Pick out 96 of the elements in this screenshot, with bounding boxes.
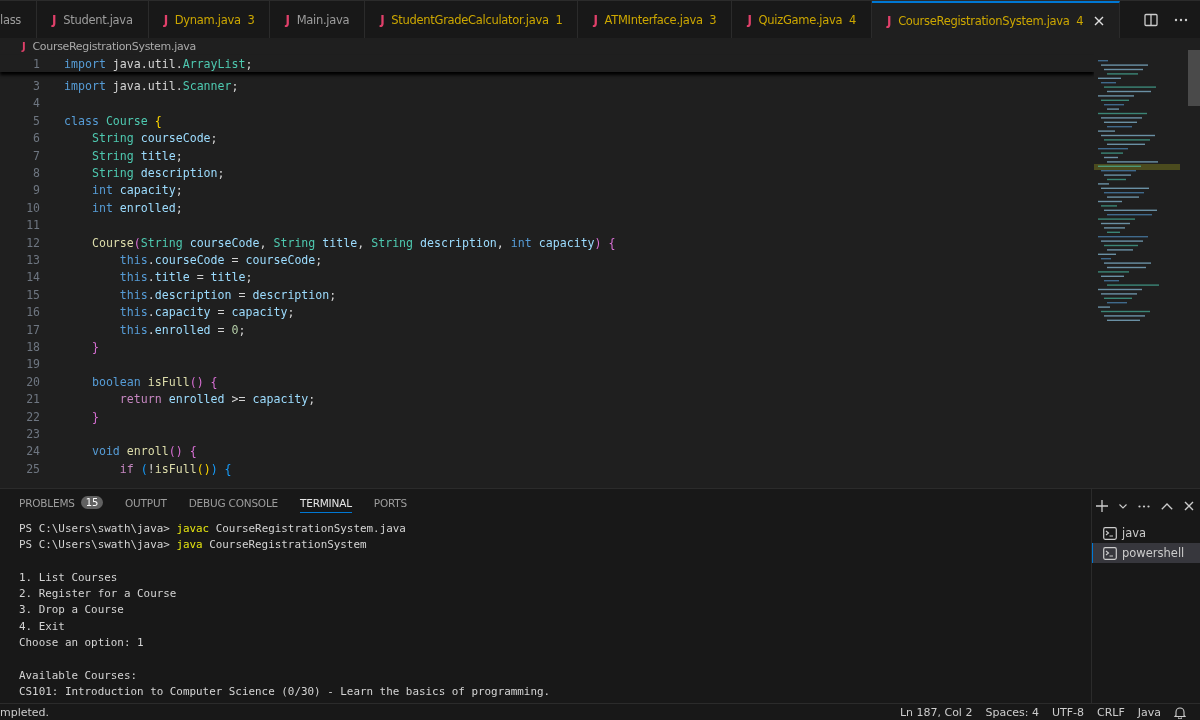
line-number: 21 <box>25 392 41 407</box>
more-icon[interactable] <box>1174 17 1188 22</box>
chevron-up-icon[interactable] <box>1161 502 1173 510</box>
java-file-icon: J <box>593 12 598 27</box>
count-badge: 15 <box>80 496 104 509</box>
panel-tab[interactable]: PROBLEMS 15 <box>19 493 104 513</box>
terminal-line: 4. Exit <box>19 619 65 633</box>
code-line: if (!isFull()) { <box>118 461 232 476</box>
line-number: 18 <box>25 339 41 354</box>
terminal-line: PS C:\Users\swath\java> javac CourseRegistrationSystem.java <box>19 522 406 535</box>
java-file-icon: J <box>52 12 57 27</box>
code-line: String description; <box>90 166 225 181</box>
line-number: 23 <box>25 426 41 441</box>
editor-tab[interactable]: J Dynam.java 3 <box>148 1 271 38</box>
editor-tab[interactable]: J Student.java <box>37 1 149 38</box>
line-number: 11 <box>25 218 41 233</box>
code-line: int capacity; <box>90 183 183 198</box>
code-line: void enroll() { <box>90 444 197 459</box>
line-number: 24 <box>25 444 41 459</box>
terminal-line: PS C:\Users\swath\java> java CourseRegistrationSystem <box>19 538 367 552</box>
line-number: 15 <box>25 287 41 302</box>
terminal-line: 2. Register for a Course <box>19 587 177 601</box>
line-number: 5 <box>32 113 41 128</box>
code-line: int enrolled; <box>90 200 183 215</box>
line-number: 20 <box>25 374 41 389</box>
code-line: String courseCode; <box>90 131 218 146</box>
status-item[interactable]: UTF-8 <box>1051 706 1084 719</box>
bell-icon[interactable] <box>1174 706 1186 719</box>
line-number: 12 <box>25 235 41 250</box>
scrollbar-thumb[interactable] <box>1188 50 1200 106</box>
java-file-icon: J <box>22 41 26 52</box>
code-line: import java.util.Scanner; <box>64 79 239 94</box>
code-line: boolean isFull() { <box>90 374 218 389</box>
split-editor-icon[interactable] <box>1144 12 1158 27</box>
java-file-icon: J <box>285 12 290 27</box>
line-number: 17 <box>25 322 41 337</box>
status-item[interactable]: Ln 187, Col 2 <box>899 706 973 719</box>
code-line: return enrolled >= capacity; <box>118 392 316 407</box>
line-number: 25 <box>25 461 41 476</box>
line-number: 10 <box>25 200 41 215</box>
new-terminal-icon[interactable] <box>1096 500 1108 512</box>
code-line: class Course { <box>64 113 162 128</box>
code-line: this.capacity = capacity; <box>118 305 295 320</box>
editor-tab[interactable]: J ATMInterface.java 3 <box>578 1 733 38</box>
code-line: import java.util.ArrayList; <box>64 56 253 71</box>
close-icon[interactable] <box>1184 501 1194 511</box>
status-item[interactable]: Spaces: 4 <box>985 706 1039 719</box>
line-number: 1 <box>32 56 41 71</box>
editor-tab[interactable]: J StudentGradeCalculator.java 1 <box>365 1 579 38</box>
status-message: mpleted. <box>0 706 50 719</box>
terminal-icon <box>1103 526 1117 540</box>
more-icon[interactable] <box>1138 504 1150 508</box>
panel-tab[interactable]: PORTS <box>373 493 408 513</box>
line-number: 22 <box>25 409 41 424</box>
line-number: 9 <box>32 183 41 198</box>
java-file-icon: J <box>380 12 385 27</box>
editor-tab[interactable]: lass <box>0 1 38 38</box>
code-line: } <box>90 339 99 354</box>
status-item[interactable]: Java <box>1137 706 1161 719</box>
terminal-line: Choose an option: 1 <box>19 636 144 650</box>
java-file-icon: J <box>886 13 892 28</box>
terminal-line: 3. Drop a Course <box>19 603 124 617</box>
editor-tab[interactable]: J Main.java <box>270 1 366 38</box>
editor-tab[interactable]: J QuizGame.java 4 <box>732 1 872 38</box>
terminal-line: 1. List Courses <box>19 570 118 584</box>
line-number: 4 <box>32 96 41 111</box>
line-number: 13 <box>25 253 41 267</box>
code-line: this.description = description; <box>118 287 337 302</box>
line-number: 7 <box>32 148 41 163</box>
panel-tab[interactable]: DEBUG CONSOLE <box>188 493 278 513</box>
line-number: 19 <box>25 357 41 372</box>
terminal-line: CS101: Introduction to Computer Science (0/30) - Learn the basics of programming. <box>19 684 551 698</box>
terminal-list-item[interactable]: powershell <box>1092 543 1200 563</box>
line-number: 16 <box>25 305 41 320</box>
editor-tab[interactable]: J CourseRegistrationSystem.java 4 <box>871 1 1121 38</box>
panel-tab[interactable]: OUTPUT <box>125 493 167 513</box>
terminal-line: Available Courses: <box>19 668 138 682</box>
panel-tab[interactable]: TERMINAL <box>300 493 352 513</box>
line-number: 14 <box>25 270 41 285</box>
line-number: 3 <box>32 79 41 94</box>
code-line: this.enrolled = 0; <box>118 322 246 337</box>
terminal-list-item[interactable]: java <box>1092 523 1200 543</box>
code-line: } <box>90 409 99 424</box>
code-line: this.courseCode = courseCode; <box>118 253 323 267</box>
java-file-icon: J <box>747 12 752 27</box>
status-item[interactable]: CRLF <box>1096 706 1125 719</box>
code-line: String title; <box>90 148 183 163</box>
java-file-icon: J <box>163 12 168 27</box>
line-number: 8 <box>32 166 41 181</box>
code-line: this.title = title; <box>118 270 253 285</box>
terminal-icon <box>1103 546 1117 560</box>
close-icon[interactable] <box>1094 15 1105 26</box>
line-number: 6 <box>32 131 41 146</box>
chevron-down-icon[interactable] <box>1119 503 1127 509</box>
breadcrumb-item[interactable]: CourseRegistrationSystem.java <box>32 40 197 53</box>
code-line: Course(String courseCode, String title, String description, int capacity) { <box>90 235 616 250</box>
